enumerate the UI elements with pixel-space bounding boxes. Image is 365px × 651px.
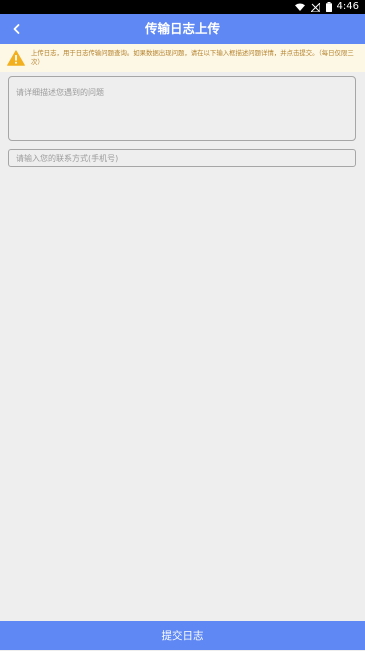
wifi-icon [294,3,305,11]
back-button[interactable] [6,17,28,41]
warning-icon [7,50,25,66]
battery-icon [325,2,332,12]
chevron-left-icon [13,24,20,34]
app-bar: 传输日志上传 [0,14,365,44]
notice-text: 上传日志，用于日志传输问题查询。如果数据出现问题，请在以下输入框描述问题详情，并… [31,49,354,66]
clock-time: 4:46 [336,1,359,12]
page-title: 传输日志上传 [144,21,220,36]
contact-phone-input[interactable] [8,149,356,167]
notice-banner: 上传日志，用于日志传输问题查询。如果数据出现问题，请在以下输入框描述问题详情，并… [0,44,365,72]
status-bar: 4:46 [0,0,365,14]
problem-description-input[interactable] [8,76,356,141]
submit-log-button[interactable]: 提交日志 [0,621,365,650]
no-signal-icon [310,2,320,12]
